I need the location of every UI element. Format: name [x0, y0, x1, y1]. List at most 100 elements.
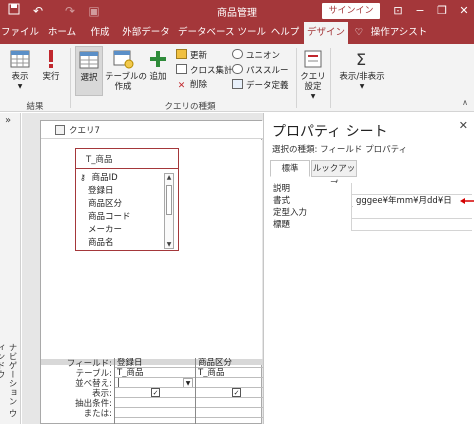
field-list-item[interactable]: 商品名 — [88, 237, 114, 249]
crosstab-label: クロス集計 — [190, 66, 233, 76]
key-icon: ⚷ — [80, 173, 86, 182]
restore-button[interactable]: ❐ — [432, 2, 452, 20]
query-icon — [55, 125, 65, 135]
show-hide-label: 表示/非表示 — [339, 72, 385, 82]
minimize-button[interactable]: − — [410, 2, 430, 20]
chevron-down-icon: ▼ — [359, 83, 365, 90]
data-definition-button[interactable]: データ定義 — [232, 79, 289, 92]
property-grid: 説明 書式 gggee¥年mm¥月dd¥日 定型入力 標題 — [270, 183, 472, 231]
view-button[interactable]: 表示 ▼ — [6, 48, 34, 92]
tab-help[interactable]: ヘルプ — [268, 22, 302, 44]
grid-sort-cell[interactable]: | ▼ — [115, 378, 195, 388]
chevron-down-icon[interactable]: ▼ — [183, 378, 193, 387]
field-list-item[interactable]: 商品区分 — [88, 198, 122, 210]
property-value[interactable] — [353, 183, 472, 195]
chevron-down-icon: ▼ — [17, 83, 23, 90]
show-checkbox[interactable]: ✓ — [151, 388, 160, 397]
navigation-pane[interactable]: » ナビゲーション ウィンドウ — [0, 113, 21, 424]
globe-icon — [232, 64, 243, 74]
crosstab-button[interactable]: クロス集計 — [176, 64, 233, 77]
select-query-button[interactable]: 選択 — [75, 46, 103, 96]
data-definition-label: データ定義 — [246, 81, 289, 91]
property-value[interactable] — [353, 219, 472, 231]
select-query-icon — [79, 51, 99, 69]
passthrough-button[interactable]: パススルー — [232, 64, 289, 77]
group-divider — [70, 48, 71, 108]
scroll-thumb[interactable] — [166, 185, 172, 215]
tab-design[interactable]: デザイン — [304, 22, 348, 44]
delete-button[interactable]: ✕ 削除 — [176, 79, 207, 92]
ribbon-tabs: ファイル ホーム 作成 外部データ データベース ツール ヘルプ デザイン ♡ … — [0, 22, 474, 44]
annotation-arrow-icon — [460, 198, 474, 204]
query-setup-label: クエリ 設定 — [300, 72, 326, 92]
update-label: 更新 — [190, 51, 208, 61]
append-button[interactable]: 追加 — [145, 48, 171, 82]
group-label-query-type: クエリの種類 — [164, 102, 216, 112]
close-button[interactable]: ✕ — [454, 2, 474, 20]
chevron-down-icon: ▼ — [310, 93, 316, 100]
expand-nav-icon[interactable]: » — [5, 115, 11, 126]
delete-label: 削除 — [190, 80, 208, 90]
union-label: ユニオン — [246, 51, 281, 61]
group-divider — [296, 48, 297, 108]
field-list-scrollbar[interactable]: ▲ ▼ — [164, 173, 174, 249]
grid-table-cell[interactable]: T_商品 — [115, 368, 195, 378]
property-row[interactable]: 定型入力 — [270, 207, 472, 219]
grid-field-cell[interactable]: 登録日 — [115, 358, 195, 368]
union-button[interactable]: ユニオン — [232, 49, 280, 62]
field-list-item[interactable]: メーカー — [88, 224, 122, 236]
tab-external-data[interactable]: 外部データ — [118, 22, 174, 44]
update-button[interactable]: 更新 — [176, 49, 207, 62]
svg-text:Σ: Σ — [356, 50, 366, 69]
datasheet-icon — [10, 50, 30, 68]
tab-home[interactable]: ホーム — [42, 22, 82, 44]
field-list-title[interactable]: T_商品 — [76, 149, 178, 169]
property-row[interactable]: 標題 — [270, 219, 472, 231]
passthrough-label: パススルー — [246, 66, 289, 76]
scroll-down-icon[interactable]: ▼ — [165, 241, 173, 248]
run-label: 実行 — [42, 72, 60, 82]
tab-general[interactable]: 標準 — [270, 160, 310, 177]
tab-lookup[interactable]: ルックアップ — [311, 160, 357, 190]
group-label-results: 結果 — [26, 102, 44, 112]
tab-database-tools[interactable]: データベース ツール — [178, 22, 266, 44]
scroll-up-icon[interactable]: ▲ — [165, 174, 173, 181]
grid-show-cell[interactable]: ✓ — [115, 388, 195, 398]
field-list-table[interactable]: T_商品 ⚷ 商品ID 登録日 商品区分 商品コード メーカー 商品名 ▲ ▼ — [75, 148, 179, 251]
grid-or-cell[interactable] — [115, 408, 195, 418]
navigation-pane-label: ナビゲーション ウィンドウ — [0, 343, 17, 419]
property-label: 定型入力 — [270, 207, 352, 219]
field-list-item[interactable]: 登録日 — [88, 185, 114, 197]
grid-criteria-cell[interactable] — [115, 398, 195, 408]
close-icon[interactable]: ✕ — [459, 119, 468, 132]
tab-create[interactable]: 作成 — [84, 22, 116, 44]
query-setup-icon — [304, 50, 322, 68]
property-sheet: プロパティ シート ✕ 選択の種類: フィールド プロパティ 標準 ルックアップ… — [263, 113, 474, 424]
ribbon-display-icon[interactable]: ⊡ — [388, 2, 408, 20]
query-tab-label: クエリ7 — [69, 126, 100, 136]
field-list-item[interactable]: ⚷ 商品ID — [80, 172, 118, 184]
property-value[interactable] — [353, 207, 472, 219]
tell-me-icon[interactable]: ♡ — [352, 22, 366, 44]
query-setup-button[interactable]: クエリ 設定 ▼ — [299, 48, 327, 102]
tab-file[interactable]: ファイル — [0, 22, 40, 44]
tab-tell-me[interactable]: 操作アシスト — [368, 22, 430, 44]
property-row[interactable]: 書式 gggee¥年mm¥月dd¥日 — [270, 195, 472, 207]
delete-icon: ✕ — [177, 81, 186, 91]
make-table-button[interactable]: テーブルの 作成 — [105, 48, 147, 92]
selection-type-label: 選択の種類: フィールド プロパティ — [272, 145, 408, 155]
property-label: 書式 — [270, 195, 352, 207]
query-tab[interactable]: クエリ7 — [41, 121, 263, 139]
show-hide-button[interactable]: Σ 表示/非表示 ▼ — [334, 48, 390, 92]
append-label: 追加 — [149, 72, 167, 82]
property-label: 標題 — [270, 219, 352, 231]
pencil-icon — [176, 49, 187, 59]
signin-button[interactable]: サインイン — [322, 3, 380, 19]
show-checkbox[interactable]: ✓ — [232, 388, 241, 397]
title-bar: ↶ ↷ ▣ 商品管理 サインイン ⊡ − ❐ ✕ — [0, 0, 474, 22]
run-button[interactable]: 実行 — [38, 48, 64, 82]
property-row[interactable]: 説明 — [270, 183, 472, 195]
format-value-field[interactable]: gggee¥年mm¥月dd¥日 — [353, 195, 472, 207]
field-list-item[interactable]: 商品コード — [88, 211, 131, 223]
collapse-ribbon-icon[interactable]: ∧ — [462, 98, 468, 107]
